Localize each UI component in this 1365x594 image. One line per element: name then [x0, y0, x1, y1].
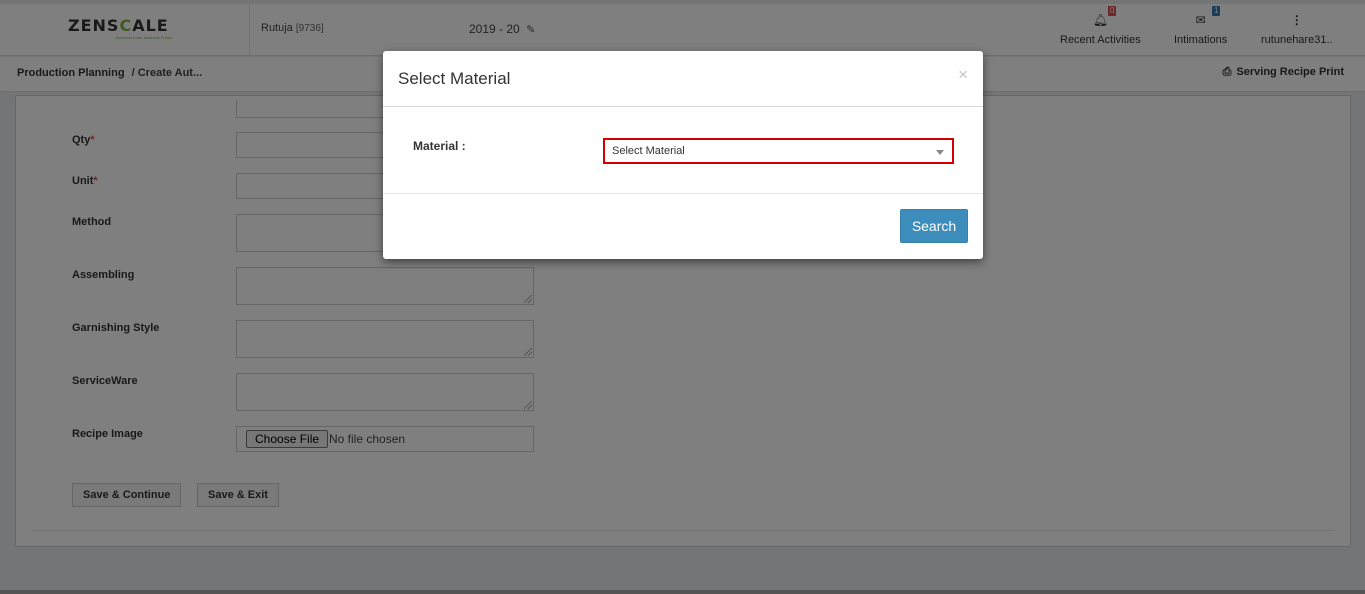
material-select-value: Select Material	[612, 145, 685, 157]
modal-footer-divider	[383, 193, 983, 194]
material-select[interactable]: Select Material	[603, 138, 954, 164]
modal-title: Select Material	[398, 69, 511, 88]
close-icon[interactable]: ×	[958, 66, 968, 84]
chevron-down-icon	[936, 150, 944, 155]
material-label: Material :	[413, 139, 466, 153]
select-material-modal: Select Material × Material : Select Mate…	[383, 51, 983, 259]
search-button[interactable]: Search	[900, 209, 968, 243]
modal-header: Select Material ×	[383, 51, 983, 107]
